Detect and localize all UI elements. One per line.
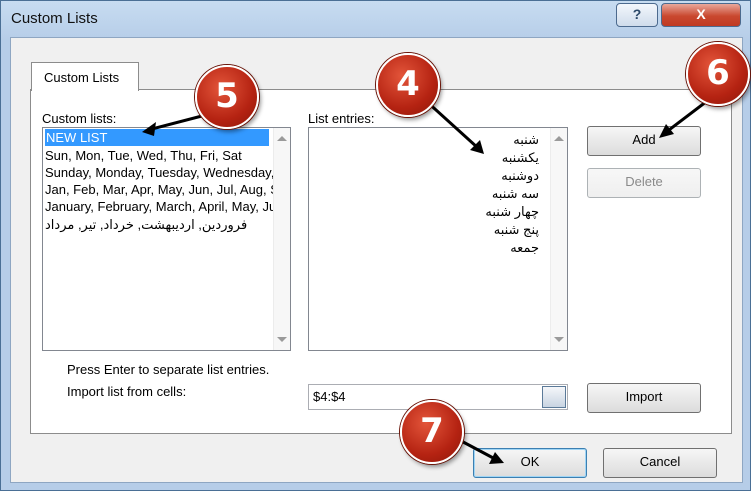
list-entry: جمعه (510, 240, 539, 255)
list-item[interactable]: Jan, Feb, Mar, Apr, May, Jun, Jul, Aug, … (45, 181, 290, 198)
scroll-up-icon[interactable] (277, 136, 287, 141)
callout-4: 4 (376, 53, 440, 117)
help-icon: ? (632, 6, 642, 22)
delete-button[interactable]: Delete (587, 168, 701, 198)
scroll-down-icon[interactable] (277, 337, 287, 342)
list-item[interactable]: NEW LIST (45, 129, 269, 146)
list-item[interactable]: January, February, March, April, May, Ju… (45, 198, 290, 215)
list-item[interactable]: Sunday, Monday, Tuesday, Wednesday, Thur… (45, 164, 290, 181)
list-entries-label: List entries: (308, 111, 375, 126)
list-entry: سه شنبه (491, 186, 539, 201)
hint-text: Press Enter to separate list entries. (67, 362, 270, 377)
list-entry: چهار شنبه (485, 204, 539, 219)
list-item[interactable]: فروردین, اردیبهشت, خرداد, تیر, مرداد (45, 216, 270, 233)
tab-panel: Custom lists: NEW LIST Sun, Mon, Tue, We… (30, 89, 732, 434)
list-entries-scrollbar[interactable] (550, 128, 567, 350)
dialog-title: Custom Lists (11, 10, 98, 27)
add-button[interactable]: Add (587, 126, 701, 156)
dialog-client-area: Custom Lists Custom lists: NEW LIST Sun,… (10, 37, 743, 483)
list-entry: یکشنبه (501, 150, 539, 165)
title-bar[interactable]: Custom Lists ? X (1, 1, 750, 35)
cancel-button[interactable]: Cancel (603, 448, 717, 478)
custom-lists-dialog: Custom Lists ? X Custom Lists Custom lis… (0, 0, 751, 491)
scroll-down-icon[interactable] (554, 337, 564, 342)
callout-6: 6 (686, 42, 750, 106)
list-entry: شنبه (513, 132, 539, 147)
callout-5: 5 (195, 65, 259, 129)
close-icon: X (696, 6, 706, 22)
import-range-value: $4:$4 (313, 389, 346, 404)
tab-custom-lists[interactable]: Custom Lists (31, 62, 139, 91)
import-button[interactable]: Import (587, 383, 701, 413)
range-picker-icon[interactable] (542, 386, 566, 408)
list-entry: پنج شنبه (493, 222, 539, 237)
scroll-up-icon[interactable] (554, 136, 564, 141)
close-button[interactable]: X (661, 3, 741, 27)
help-button[interactable]: ? (616, 3, 658, 27)
list-item[interactable]: Sun, Mon, Tue, Wed, Thu, Fri, Sat (45, 147, 242, 164)
callout-7: 7 (400, 400, 464, 464)
tab-label: Custom Lists (44, 70, 120, 85)
custom-lists-listbox[interactable]: NEW LIST Sun, Mon, Tue, Wed, Thu, Fri, S… (42, 127, 291, 351)
ok-button[interactable]: OK (473, 448, 587, 478)
custom-lists-label: Custom lists: (42, 111, 117, 126)
list-entry: دوشنبه (501, 168, 539, 183)
import-label: Import list from cells: (67, 384, 187, 399)
custom-lists-scrollbar[interactable] (273, 128, 290, 350)
list-entries-textarea[interactable]: شنبه یکشنبه دوشنبه سه شنبه چهار شنبه پنج… (308, 127, 568, 351)
